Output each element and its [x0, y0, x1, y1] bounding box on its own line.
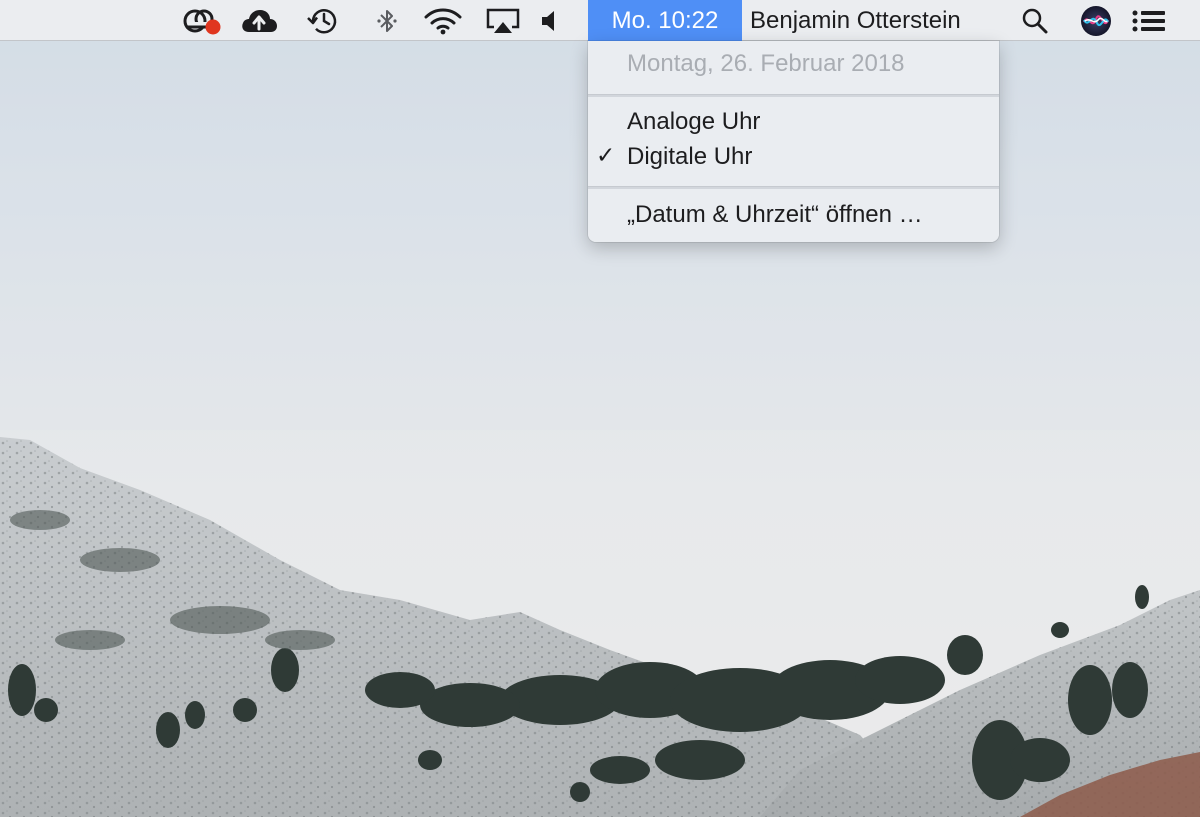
creative-cloud-sync-icon[interactable] [181, 4, 223, 37]
siri-icon[interactable] [1079, 4, 1113, 37]
clock-dropdown-menu: Montag, 26. Februar 2018 Analoge Uhr ✓ D… [588, 41, 999, 242]
wifi-icon[interactable] [423, 4, 463, 37]
menu-item-label: „Datum & Uhrzeit“ öffnen … [627, 201, 923, 228]
airplay-icon[interactable] [484, 4, 522, 37]
volume-icon[interactable] [538, 4, 560, 37]
menu-item-open-date-time-prefs[interactable]: „Datum & Uhrzeit“ öffnen … [588, 201, 999, 231]
sync-error-badge [205, 19, 221, 34]
menu-bar: Mo. 10:22 Benjamin Otterstein [0, 0, 1200, 41]
desktop: Mo. 10:22 Benjamin Otterstein Montag, 26… [0, 0, 1200, 817]
time-machine-icon[interactable] [304, 4, 342, 37]
checkmark-icon: ✓ [596, 143, 616, 169]
menu-date-label: Montag, 26. Februar 2018 [627, 50, 905, 77]
menu-item-digital-clock[interactable]: ✓ Digitale Uhr [588, 143, 999, 173]
menu-item-analog-clock[interactable]: Analoge Uhr [588, 108, 999, 138]
menu-date-line: Montag, 26. Februar 2018 [588, 50, 999, 80]
icloud-upload-icon[interactable] [239, 4, 279, 37]
menu-item-label: Analoge Uhr [627, 108, 761, 135]
notification-center-icon[interactable] [1130, 4, 1168, 37]
bluetooth-icon[interactable] [374, 4, 400, 37]
fast-user-switching-name[interactable]: Benjamin Otterstein [750, 0, 961, 41]
menu-item-label: Digitale Uhr [627, 143, 753, 170]
clock-menu-item[interactable]: Mo. 10:22 [588, 0, 742, 41]
spotlight-search-icon[interactable] [1019, 4, 1051, 37]
menu-separator [588, 186, 999, 189]
menu-separator [588, 94, 999, 97]
